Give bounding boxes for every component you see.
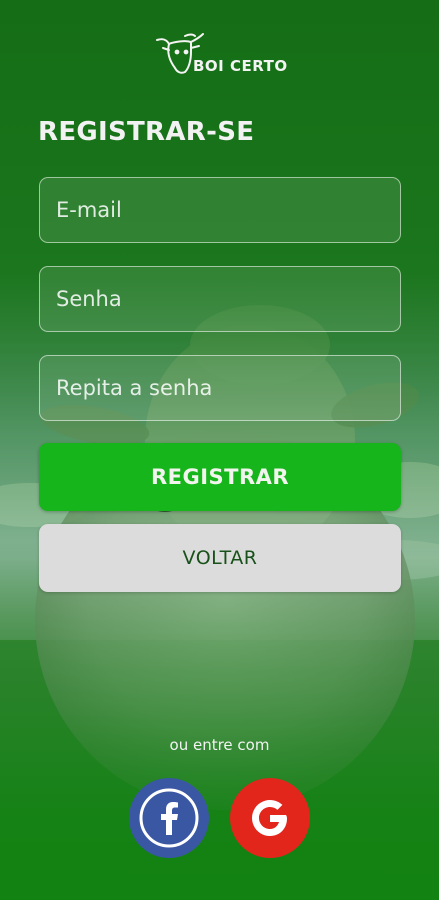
- register-button[interactable]: REGISTRAR: [39, 443, 401, 511]
- email-input[interactable]: [54, 197, 386, 223]
- facebook-login-button[interactable]: [129, 778, 209, 858]
- google-login-button[interactable]: [230, 778, 310, 858]
- repeat-password-field[interactable]: [39, 355, 401, 421]
- facebook-icon: [139, 788, 199, 848]
- repeat-password-input[interactable]: [54, 375, 386, 401]
- email-field[interactable]: [39, 177, 401, 243]
- brand-name: BOI CERTO: [193, 57, 288, 75]
- password-input[interactable]: [54, 286, 386, 312]
- register-screen: BOI CERTO REGISTRAR-SE REGISTRAR VOLTAR …: [0, 0, 439, 900]
- password-field[interactable]: [39, 266, 401, 332]
- social-login-caption: ou entre com: [169, 736, 270, 754]
- google-icon: [252, 800, 287, 836]
- page-title: REGISTRAR-SE: [38, 117, 255, 147]
- register-button-label: REGISTRAR: [150, 465, 290, 489]
- back-button-label: VOLTAR: [182, 547, 258, 569]
- back-button[interactable]: VOLTAR: [39, 524, 401, 592]
